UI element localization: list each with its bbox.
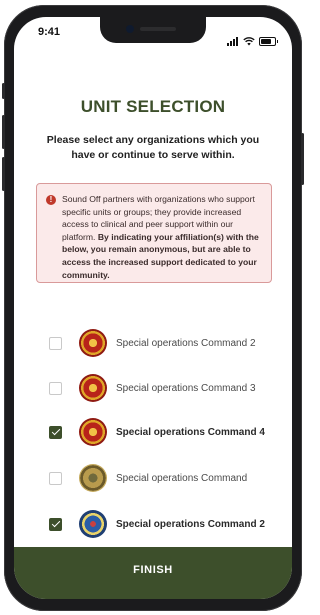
info-notice: ! Sound Off partners with organizations … (36, 183, 272, 283)
wifi-icon (243, 37, 255, 46)
side-button-left-3 (2, 157, 5, 191)
signal-icon (227, 28, 239, 46)
app-screen: 9:41 UNIT SELECTION Please select any or… (14, 17, 292, 599)
phone-frame: 9:41 UNIT SELECTION Please select any or… (2, 5, 304, 611)
unit-checkbox[interactable] (49, 336, 62, 350)
unit-label: Special operations Command (116, 472, 248, 484)
unit-row[interactable]: Special operations Command 4 (36, 414, 272, 450)
page-title: UNIT SELECTION (80, 97, 226, 116)
side-button-left-1 (2, 83, 5, 99)
unit-checkbox[interactable] (49, 471, 62, 485)
unit-checkbox-checked[interactable] (49, 425, 62, 439)
unit-label: Special operations Command 4 (116, 426, 265, 438)
status-time: 9:41 (38, 26, 61, 38)
unit-label: Special operations Command 2 (116, 337, 256, 349)
page-subtitle: Please select any organizations which yo… (46, 134, 260, 161)
unit-label: Special operations Command 3 (116, 382, 256, 394)
finish-button[interactable]: FINISH (14, 564, 292, 576)
camera-icon (126, 25, 134, 33)
side-button-left-2 (2, 115, 5, 149)
unit-emblem-icon (79, 329, 107, 357)
alert-icon: ! (46, 195, 56, 205)
unit-row[interactable]: Special operations Command (36, 460, 272, 496)
unit-checkbox[interactable] (49, 381, 62, 395)
unit-row[interactable]: Special operations Command 2 (36, 506, 272, 542)
unit-row[interactable]: Special operations Command 3 (36, 370, 272, 406)
unit-row[interactable]: Special operations Command 2 (36, 325, 272, 361)
status-icons (227, 28, 278, 46)
unit-emblem-icon (79, 464, 107, 492)
notch (100, 17, 206, 43)
unit-label: Special operations Command 2 (116, 518, 265, 530)
unit-checkbox-checked[interactable] (49, 517, 62, 531)
unit-emblem-icon (79, 418, 107, 446)
battery-icon (259, 37, 278, 46)
speaker-icon (140, 27, 176, 31)
side-button-right (301, 133, 304, 185)
unit-emblem-icon (79, 374, 107, 402)
unit-emblem-icon (79, 510, 107, 538)
